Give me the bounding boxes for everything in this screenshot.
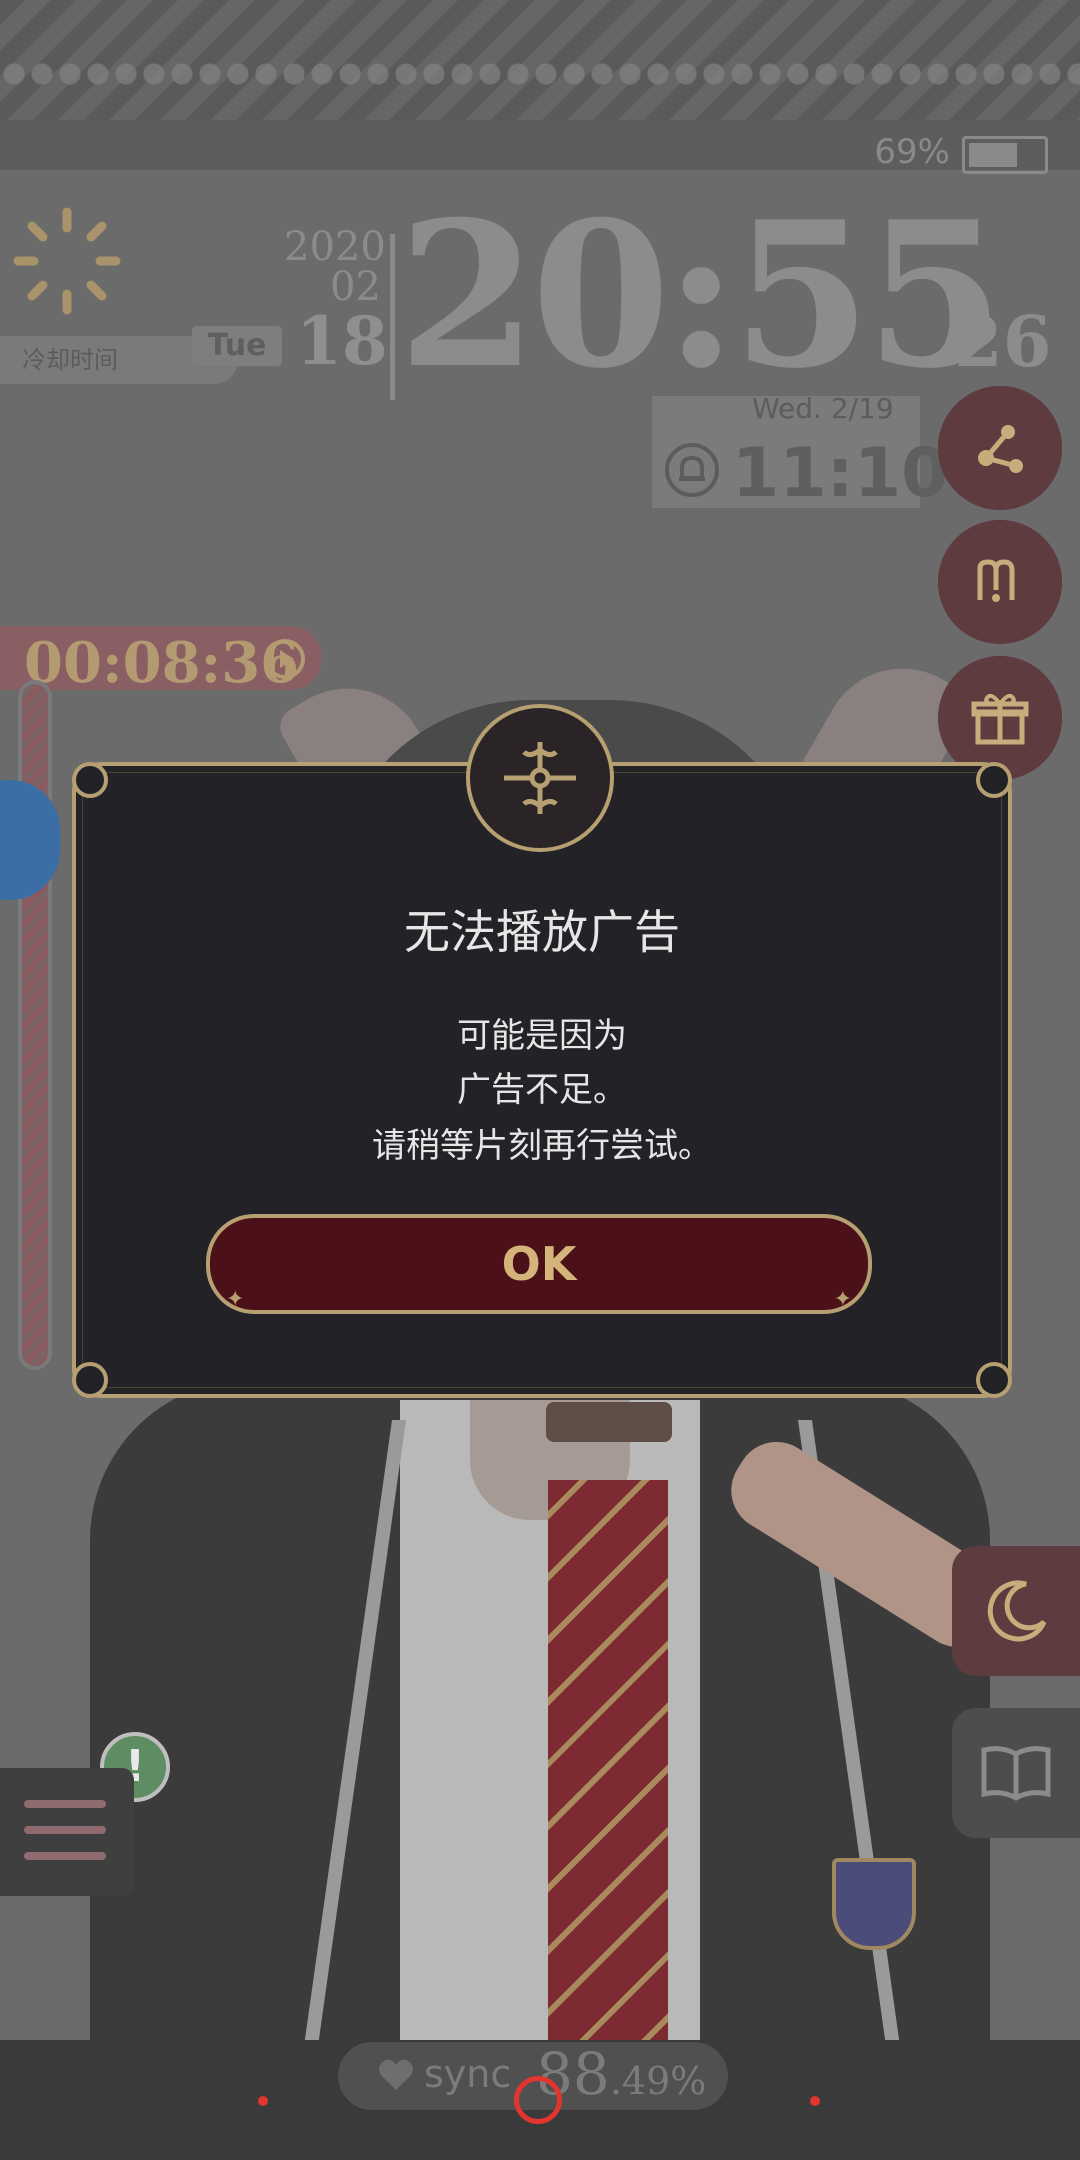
ok-flourish-right-icon: ✦ [833,1287,852,1312]
dialog-message-line-1: 可能是因为 [457,1016,627,1056]
dialog-corner-ornament-bl [72,1362,108,1398]
dialog-message-line-3: 请稍等片刻再行尝试。 [372,1126,712,1166]
dialog-corner-ornament-tl [72,762,108,798]
dialog-corner-ornament-tr [976,762,1012,798]
dialog-title: 无法播放广告 [404,905,680,959]
ok-flourish-left-icon: ✦ [226,1287,245,1312]
dialog-medallion [466,704,614,852]
ok-button-label: OK [501,1237,577,1291]
dialog-corner-ornament-br [976,1362,1012,1398]
fleur-ornament-icon [504,742,576,814]
dialog-message-line-2: 广告不足。 [457,1070,627,1110]
ok-button[interactable]: ✦ OK ✦ [206,1214,872,1314]
